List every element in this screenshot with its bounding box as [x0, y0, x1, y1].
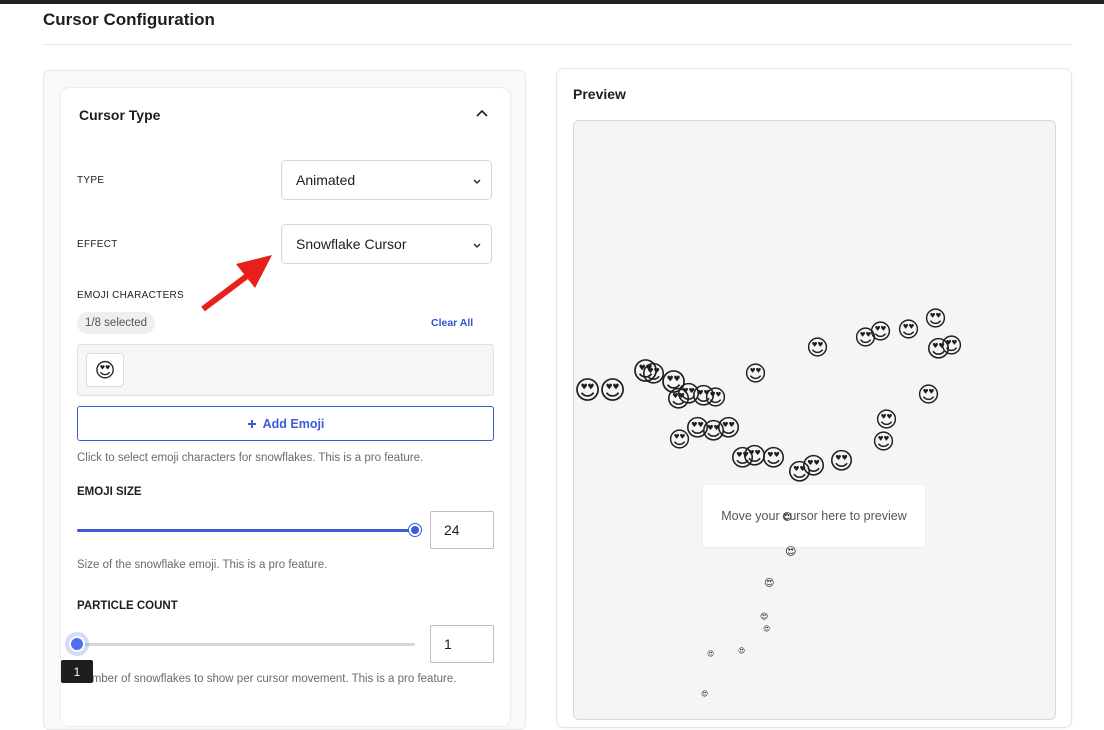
emoji-selection-box: 😍 — [77, 344, 494, 396]
selected-emoji-chip[interactable]: 😍 — [86, 353, 124, 387]
page-title: Cursor Configuration — [43, 10, 215, 29]
snowflake-emoji: 😍 — [806, 335, 829, 360]
preview-hint: Move your cursor here to preview — [703, 485, 925, 547]
effect-select[interactable]: Snowflake Cursor — [281, 224, 492, 264]
add-emoji-label: Add Emoji — [262, 416, 325, 431]
type-label: TYPE — [77, 175, 105, 186]
snowflake-emoji: 😍 — [917, 382, 940, 407]
settings-panel: Cursor Type TYPE Animated EFFECT Snowfla… — [43, 70, 526, 730]
top-bar — [0, 0, 1104, 4]
chevron-down-icon — [473, 243, 481, 248]
preview-title: Preview — [573, 86, 626, 102]
chevron-up-icon[interactable] — [475, 106, 489, 120]
snowflake-emoji: 😍 — [744, 361, 767, 386]
snowflake-emoji: 😍 — [785, 546, 797, 558]
snowflake-emoji: 😍 — [869, 319, 892, 344]
particle-count-input[interactable]: 1 — [430, 625, 494, 663]
snowflake-emoji: 😍 — [875, 407, 898, 432]
emoji-size-help: Size of the snowflake emoji. This is a p… — [77, 559, 328, 571]
preview-area[interactable]: Move your cursor here to preview 😍 😍 😍 😍 😍 😍 😍… — [573, 120, 1056, 720]
snowflake-emoji: 😍 — [761, 445, 787, 472]
snowflake-emoji: 😍 — [738, 648, 746, 655]
selected-count-badge: 1/8 selected — [77, 312, 156, 334]
particle-count-tooltip: 1 — [61, 660, 93, 683]
add-emoji-button[interactable]: Add Emoji — [77, 406, 494, 441]
emoji-size-input[interactable]: 24 — [430, 511, 494, 549]
particle-count-label: PARTICLE COUNT — [77, 600, 178, 612]
emoji-characters-label: EMOJI CHARACTERS — [77, 290, 185, 301]
particle-count-help: Number of snowflakes to show per cursor … — [77, 673, 457, 685]
snowflake-emoji: 😍 — [707, 651, 715, 658]
snowflake-emoji: 😍 — [782, 512, 793, 523]
snowflake-emoji: 😍 — [924, 306, 947, 331]
emoji-size-slider-thumb[interactable] — [409, 524, 421, 536]
snowflake-emoji: 😍 — [763, 626, 771, 633]
snowflake-emoji: 😍 — [574, 375, 602, 405]
snowflake-emoji: 😍 — [668, 427, 691, 452]
cursor-type-card: Cursor Type TYPE Animated EFFECT Snowfla… — [60, 87, 511, 727]
emoji-size-label: EMOJI SIZE — [77, 486, 142, 498]
preview-panel: Preview Move your cursor here to preview… — [556, 68, 1072, 728]
type-select[interactable]: Animated — [281, 160, 492, 200]
plus-icon — [247, 419, 256, 428]
snowflake-emoji: 😍 — [599, 375, 627, 405]
effect-label: EFFECT — [77, 239, 118, 250]
snowflake-emoji: 😍 — [760, 612, 769, 621]
chevron-down-icon — [473, 179, 481, 184]
effect-select-value: Snowflake Cursor — [296, 236, 407, 252]
add-emoji-help: Click to select emoji characters for sno… — [77, 452, 424, 464]
snowflake-emoji: 😍 — [801, 453, 827, 480]
clear-all-link[interactable]: Clear All — [431, 317, 473, 329]
snowflake-emoji: 😍 — [897, 317, 920, 342]
snowflake-emoji: 😍 — [704, 385, 727, 410]
snowflake-emoji: 😍 — [716, 415, 742, 442]
title-divider — [43, 44, 1072, 45]
snowflake-emoji: 😍 — [829, 448, 855, 475]
particle-count-slider[interactable] — [77, 643, 415, 646]
snowflake-emoji: 😍 — [701, 691, 709, 698]
emoji-size-slider-fill — [77, 529, 415, 532]
snowflake-emoji: 😍 — [764, 578, 775, 589]
red-arrow-icon — [201, 255, 272, 312]
type-select-value: Animated — [296, 172, 356, 188]
snowflake-emoji: 😍 — [872, 429, 895, 454]
emoji-size-slider[interactable] — [77, 529, 415, 532]
snowflake-emoji: 😍 — [940, 333, 963, 358]
cursor-type-title: Cursor Type — [79, 107, 161, 123]
particle-count-slider-thumb[interactable] — [69, 636, 85, 652]
